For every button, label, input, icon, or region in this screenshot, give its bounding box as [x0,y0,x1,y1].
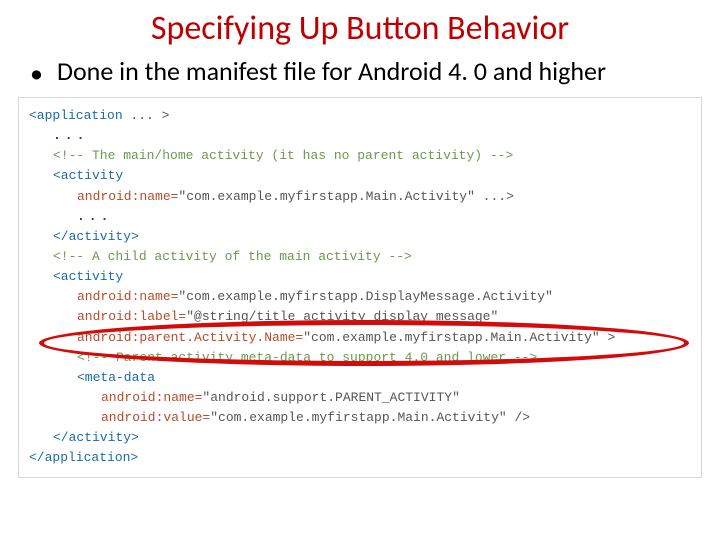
code-token: <activity [53,168,123,183]
code-attr: android:name= [101,390,202,405]
code-token: ...> [475,189,514,204]
code-token: <activity [53,269,123,284]
code-value: "com.example.myfirstapp.Main.Activity" [303,330,599,345]
code-value: "android.support.PARENT_ACTIVITY" [202,390,459,405]
bullet-item: • Done in the manifest file for Android … [30,55,680,89]
code-comment: <!-- A child activity of the main activi… [53,249,412,264]
code-attr: android:value= [101,410,210,425]
code-token: </application> [29,450,138,465]
code-token: /> [507,410,530,425]
code-attr: android:parent.Activity.Name= [77,330,303,345]
code-value: "com.example.myfirstapp.Main.Activity" [178,189,474,204]
code-ellipsis: ... [53,128,88,143]
code-snippet: <application ... > ... <!-- The main/hom… [18,97,702,478]
code-attr: android:name= [77,189,178,204]
code-comment: <!-- The main/home activity (it has no p… [53,148,513,163]
code-attr: android:name= [77,289,178,304]
code-token: </activity> [53,229,139,244]
slide-title: Specifying Up Button Behavior [40,8,680,49]
bullet-text: Done in the manifest file for Android 4.… [57,55,606,88]
code-ellipsis: ... [77,209,112,224]
code-token: > [600,330,616,345]
code-token: </activity> [53,430,139,445]
code-attr: android:label= [77,309,186,324]
code-token: ... > [123,108,170,123]
code-value: "@string/title_activity_display_message" [186,309,498,324]
code-token: <meta-data [77,370,155,385]
code-comment: <!-- Parent activity meta-data to suppor… [77,350,537,365]
code-token: <application [29,108,123,123]
code-value: "com.example.myfirstapp.Main.Activity" [210,410,506,425]
code-value: "com.example.myfirstapp.DisplayMessage.A… [178,289,552,304]
bullet-dot-icon: • [30,57,43,89]
